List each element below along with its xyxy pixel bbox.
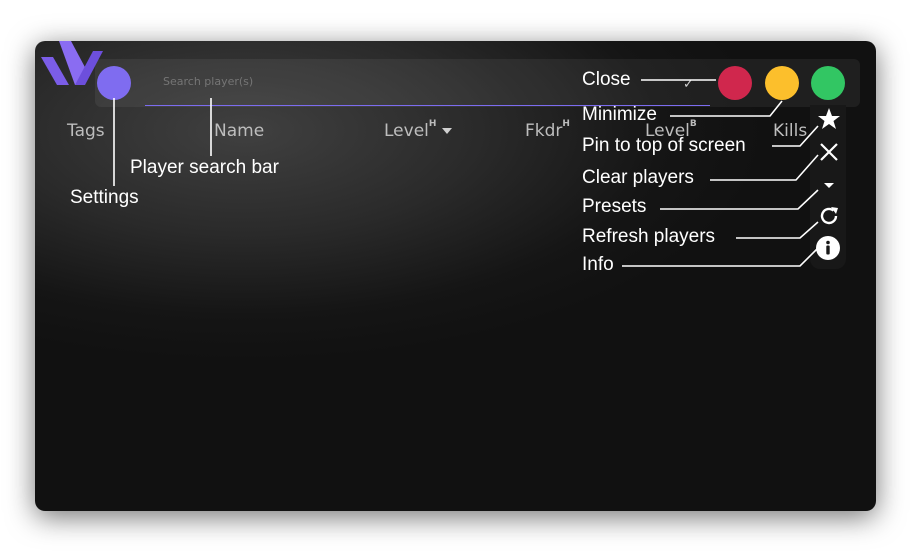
annotation-pin: Pin to top of screen [582,135,746,156]
annotation-minimize: Minimize [582,104,657,125]
annotation-settings: Settings [70,187,139,208]
annotation-search-bar: Player search bar [130,157,279,178]
annotation-info: Info [582,254,614,275]
annotation-clear-players: Clear players [582,167,694,188]
annotation-presets: Presets [582,196,647,217]
annotation-close: Close [582,69,631,90]
annotation-lines [113,79,819,267]
annotation-refresh: Refresh players [582,226,716,247]
